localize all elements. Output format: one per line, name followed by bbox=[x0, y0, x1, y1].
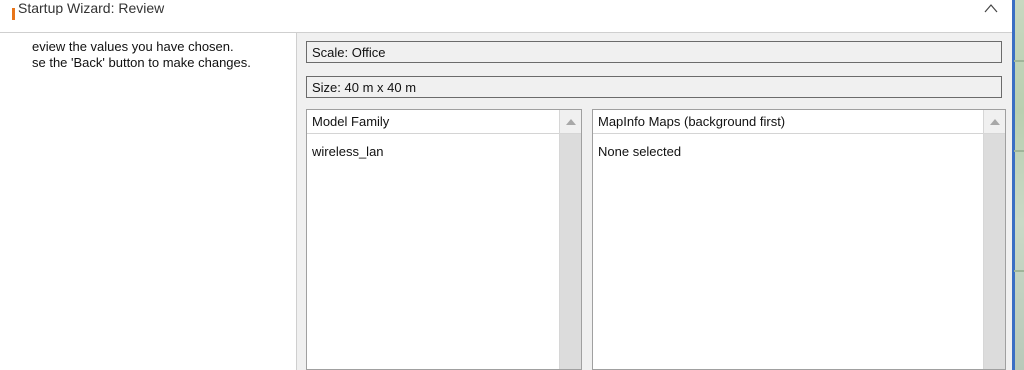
model-family-scrollbar[interactable] bbox=[559, 110, 581, 369]
scroll-up-arrow-icon[interactable] bbox=[984, 110, 1005, 134]
mapinfo-maps-scrollbar[interactable] bbox=[983, 110, 1005, 369]
map-road bbox=[1014, 270, 1024, 272]
list-item[interactable]: wireless_lan bbox=[312, 144, 384, 159]
title-accent-mark bbox=[12, 8, 15, 20]
title-bar: Startup Wizard: Review bbox=[0, 0, 1012, 32]
map-road bbox=[1014, 150, 1024, 152]
instructions-panel: eview the values you have chosen. se the… bbox=[0, 33, 297, 370]
instruction-line-2: se the 'Back' button to make changes. bbox=[32, 55, 251, 70]
size-summary-field: Size: 40 m x 40 m bbox=[306, 76, 1002, 98]
model-family-listbox[interactable]: Model Family wireless_lan bbox=[306, 109, 582, 370]
window-title: Startup Wizard: Review bbox=[18, 0, 165, 16]
model-family-header: Model Family bbox=[307, 110, 561, 134]
scroll-track[interactable] bbox=[984, 134, 1005, 369]
startup-wizard-window: Startup Wizard: Review eview the values … bbox=[0, 0, 1012, 370]
map-road bbox=[1014, 60, 1024, 62]
map-blue-edge bbox=[1012, 0, 1015, 370]
instruction-line-1: eview the values you have chosen. bbox=[32, 39, 234, 54]
list-item[interactable]: None selected bbox=[598, 144, 681, 159]
scroll-track[interactable] bbox=[560, 134, 581, 369]
scale-summary-field: Scale: Office bbox=[306, 41, 1002, 63]
scroll-up-arrow-icon[interactable] bbox=[560, 110, 581, 134]
mapinfo-maps-header: MapInfo Maps (background first) bbox=[593, 110, 985, 134]
chevron-up-icon[interactable] bbox=[983, 2, 999, 14]
background-map-edge bbox=[1012, 0, 1024, 370]
mapinfo-maps-listbox[interactable]: MapInfo Maps (background first) None sel… bbox=[592, 109, 1006, 370]
